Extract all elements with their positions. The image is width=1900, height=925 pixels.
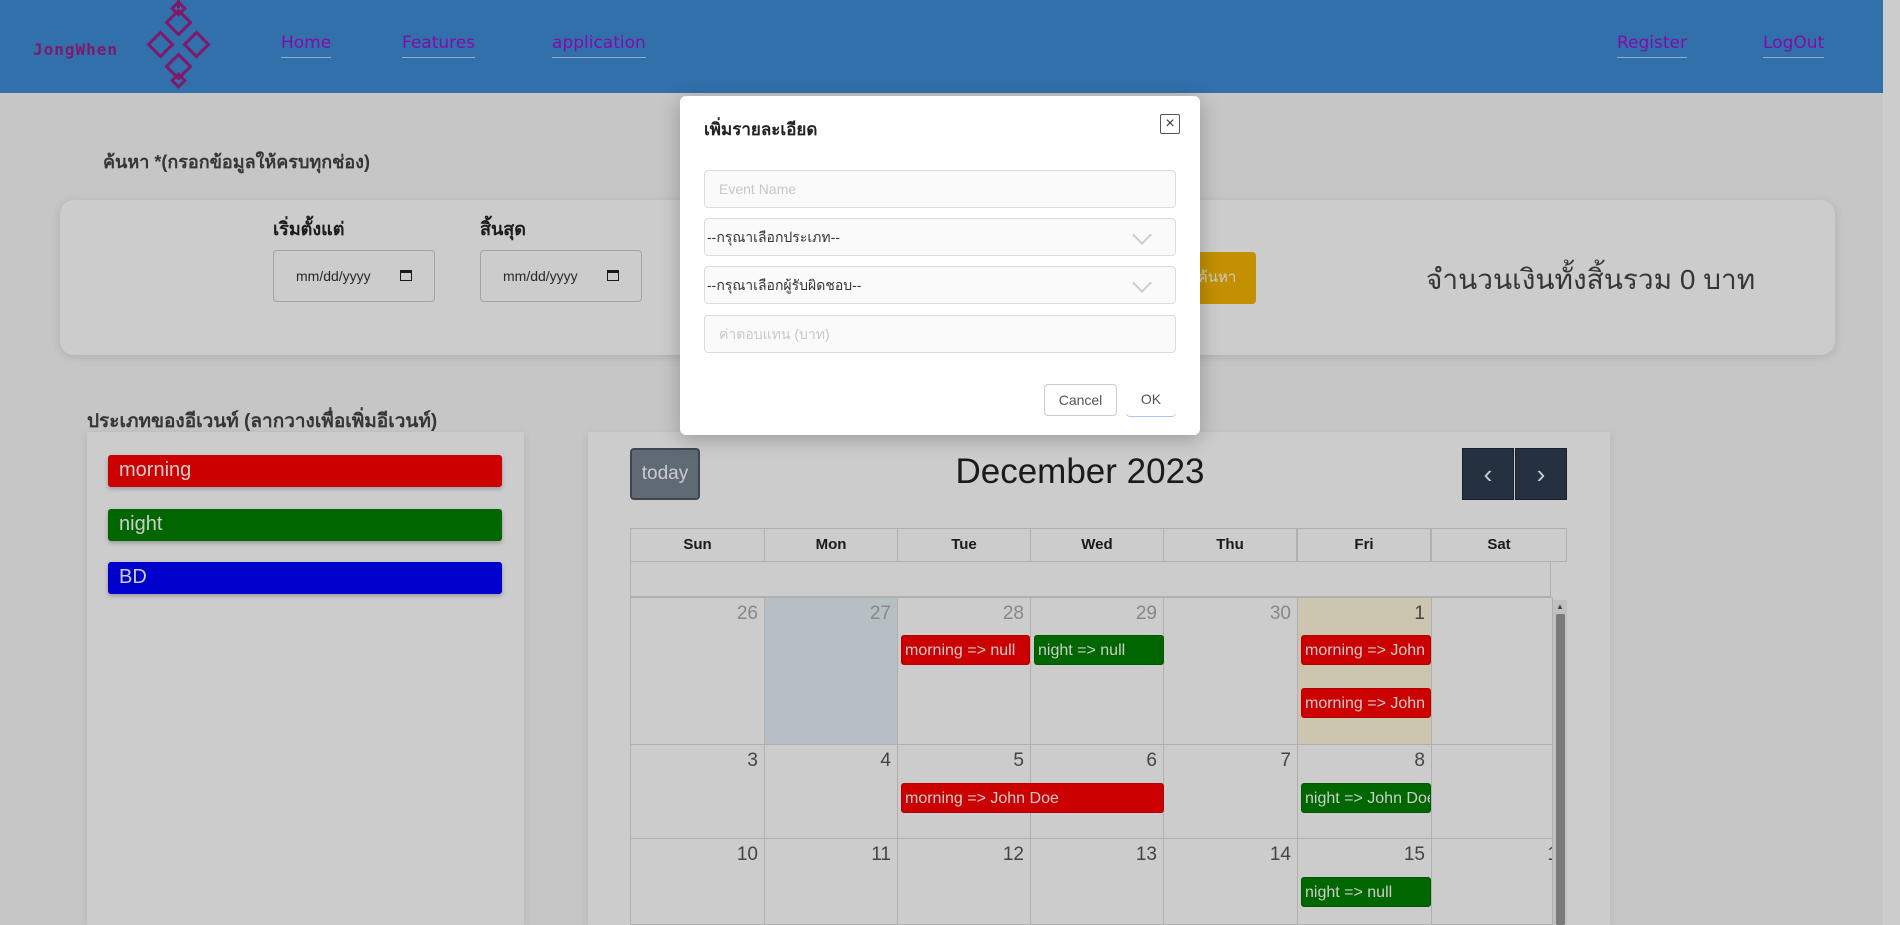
owner-select[interactable]: --กรุณาเลือกผู้รับผิดชอบ--: [704, 266, 1176, 304]
owner-select-value: --กรุณาเลือกผู้รับผิดชอบ--: [707, 277, 862, 293]
chevron-down-icon: [1132, 225, 1152, 245]
close-button[interactable]: ×: [1160, 114, 1180, 134]
modal-title: เพิ่มรายละเอียด: [704, 120, 818, 139]
fee-input[interactable]: ค่าตอบแทน (บาท): [704, 315, 1176, 353]
cancel-button[interactable]: Cancel: [1044, 384, 1117, 416]
chevron-down-icon: [1132, 273, 1152, 293]
event-type-select[interactable]: --กรุณาเลือกประเภท--: [704, 218, 1176, 256]
event-name-input[interactable]: Event Name: [704, 170, 1176, 208]
ok-button[interactable]: OK: [1126, 384, 1176, 416]
add-event-modal: เพิ่มรายละเอียด × Event Name --กรุณาเลือ…: [680, 96, 1200, 435]
event-type-select-value: --กรุณาเลือกประเภท--: [707, 229, 840, 245]
close-icon: ×: [1165, 115, 1175, 132]
